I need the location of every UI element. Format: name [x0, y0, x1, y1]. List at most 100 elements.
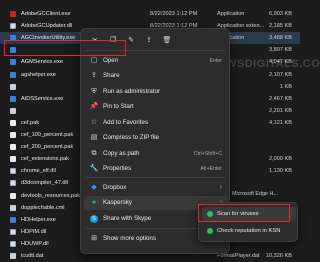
file-name: AIDSService.exe	[21, 95, 64, 102]
star-icon: ☆	[90, 119, 98, 126]
exe-icon	[10, 47, 16, 54]
file-row[interactable]: AdobeGCClient.exe 8/22/2023 1:12 PM Applic…	[0, 8, 300, 20]
skype-icon: S	[90, 215, 98, 223]
adobe-exe-icon	[10, 11, 16, 17]
menu-item-label: Add to Favorites	[103, 119, 149, 126]
dll-icon	[10, 168, 16, 175]
rename-icon[interactable]: ✎	[125, 34, 137, 46]
file-size: 2,185 KB	[268, 23, 292, 30]
file-icon	[10, 204, 16, 211]
menu-item-share[interactable]: ⇪ Share	[84, 69, 228, 83]
dll-icon	[10, 228, 16, 235]
file-name: HDHelper.exe	[21, 216, 56, 223]
pak-icon	[10, 119, 16, 126]
menu-item-run-as-admin[interactable]: ⛨ Run as administrator	[84, 85, 228, 99]
file-name: cef_extensions.pak	[21, 156, 69, 163]
exe-icon	[10, 71, 16, 78]
submenu-item-label: Scan for viruses	[217, 211, 259, 217]
file-size: 1 KB	[279, 83, 292, 90]
file-icon	[10, 107, 16, 114]
kaspersky-icon	[207, 228, 213, 234]
file-name: devtools_resources.pak	[21, 192, 81, 199]
submenu-item-check-reputation[interactable]: Check reputation in KSN	[202, 224, 296, 238]
submenu-item-scan-for-viruses[interactable]: Scan for viruses	[202, 207, 296, 221]
wrench-icon: 🔧	[89, 165, 99, 172]
menu-item-label: Share	[103, 72, 120, 79]
file-name: AGCInvokerUtility.exe	[21, 35, 76, 42]
file-size: 2,000 KB	[268, 156, 292, 163]
file-type-text: Microsoft Edge H...	[232, 191, 278, 197]
more-options-icon: ⊞	[91, 235, 97, 242]
menu-item-label: Kaspersky	[103, 199, 132, 206]
file-name: chrome_elf.dll	[21, 168, 56, 175]
quick-actions-bar: ✂ ❐ ✎ ⇪ 🗑	[89, 34, 173, 46]
file-name: HDPIM.dll	[21, 228, 47, 235]
menu-item-copy-as-path[interactable]: ⧉ Copy as path Ctrl+Shift+C	[84, 147, 228, 161]
kaspersky-icon: ●	[91, 199, 97, 206]
file-name: HDUWP.dll	[21, 240, 49, 247]
file-size: 3,488 KB	[268, 35, 292, 42]
file-name: d3dcompiler_47.dll	[21, 180, 68, 187]
share-icon[interactable]: ⇪	[143, 34, 155, 46]
file-icon	[10, 253, 16, 259]
kaspersky-submenu: Scan for viruses Check reputation in KSN	[198, 202, 298, 242]
menu-item-label: Open	[103, 57, 119, 64]
menu-item-pin-to-start[interactable]: 📌 Pin to Start	[84, 100, 228, 114]
menu-item-label: Pin to Start	[103, 103, 134, 110]
menu-item-shortcut: Ctrl+Shift+C	[193, 151, 222, 157]
menu-item-open[interactable]: ▢ Open Enter	[84, 54, 228, 68]
menu-separator	[85, 177, 225, 178]
file-size: 2,467 KB	[268, 95, 292, 102]
kaspersky-icon	[207, 211, 213, 217]
file-name: icudtl.dat	[21, 253, 44, 259]
cut-icon[interactable]: ✂	[89, 34, 101, 46]
menu-item-shortcut: Enter	[209, 58, 222, 64]
file-size: 2,107 KB	[268, 71, 292, 78]
menu-item-add-to-favorites[interactable]: ☆ Add to Favorites	[84, 116, 228, 130]
file-size: 6,903 KB	[268, 11, 292, 17]
exe-icon	[10, 35, 16, 42]
file-name: AdobeGCClient.exe	[21, 11, 71, 17]
dll-icon	[10, 180, 16, 187]
shield-icon: ⛨	[91, 88, 97, 95]
pak-icon	[10, 156, 16, 163]
file-size: 2,201 KB	[268, 107, 292, 114]
delete-icon[interactable]: 🗑	[161, 34, 173, 46]
open-icon: ▢	[90, 57, 98, 64]
pak-icon	[10, 144, 16, 151]
file-date: 8/22/2023 1:12 PM	[150, 11, 198, 17]
menu-item-compress-zip[interactable]: ▤ Compress to ZIP file	[84, 131, 228, 145]
menu-item-label: Share with Skype	[103, 215, 152, 222]
menu-item-label: Dropbox	[103, 184, 127, 191]
menu-item-label: Run as administrator	[103, 88, 161, 95]
file-size: 10,326 KB	[265, 253, 292, 259]
file-name: agshelper.exe	[21, 71, 56, 78]
exe-icon	[10, 59, 16, 66]
file-name: cef_200_percent.pak	[21, 144, 74, 151]
menu-item-label: Show more options	[103, 235, 156, 242]
file-name: dopplechable.cml	[21, 204, 65, 211]
exe-icon	[10, 216, 16, 223]
file-name: AGMService.exe	[21, 59, 63, 66]
menu-item-properties[interactable]: 🔧 Properties Alt+Enter	[84, 162, 228, 176]
menu-item-dropbox[interactable]: ◆ Dropbox ›	[84, 181, 228, 195]
dll-icon	[10, 240, 16, 247]
file-size: 1,130 KB	[268, 168, 292, 175]
share-icon: ⇪	[91, 72, 97, 79]
submenu-item-label: Check reputation in KSN	[217, 228, 281, 234]
pin-icon: 📌	[89, 103, 99, 110]
file-name: AdobeGCUpdater.dll	[21, 23, 73, 30]
pak-icon	[10, 192, 16, 199]
copy-icon[interactable]: ❐	[107, 34, 119, 46]
menu-item-shortcut: Alt+Enter	[200, 166, 222, 172]
path-icon: ⧉	[91, 150, 97, 157]
menu-separator	[85, 50, 225, 51]
file-type: Application	[217, 11, 245, 17]
dropbox-icon: ◆	[91, 184, 97, 191]
pak-icon	[10, 132, 16, 138]
chevron-right-icon: ›	[219, 184, 222, 191]
file-size: 3,807 KB	[268, 47, 292, 54]
file-name: cef.pak	[21, 119, 40, 126]
dll-icon	[10, 23, 16, 30]
menu-item-label: Compress to ZIP file	[103, 134, 159, 141]
